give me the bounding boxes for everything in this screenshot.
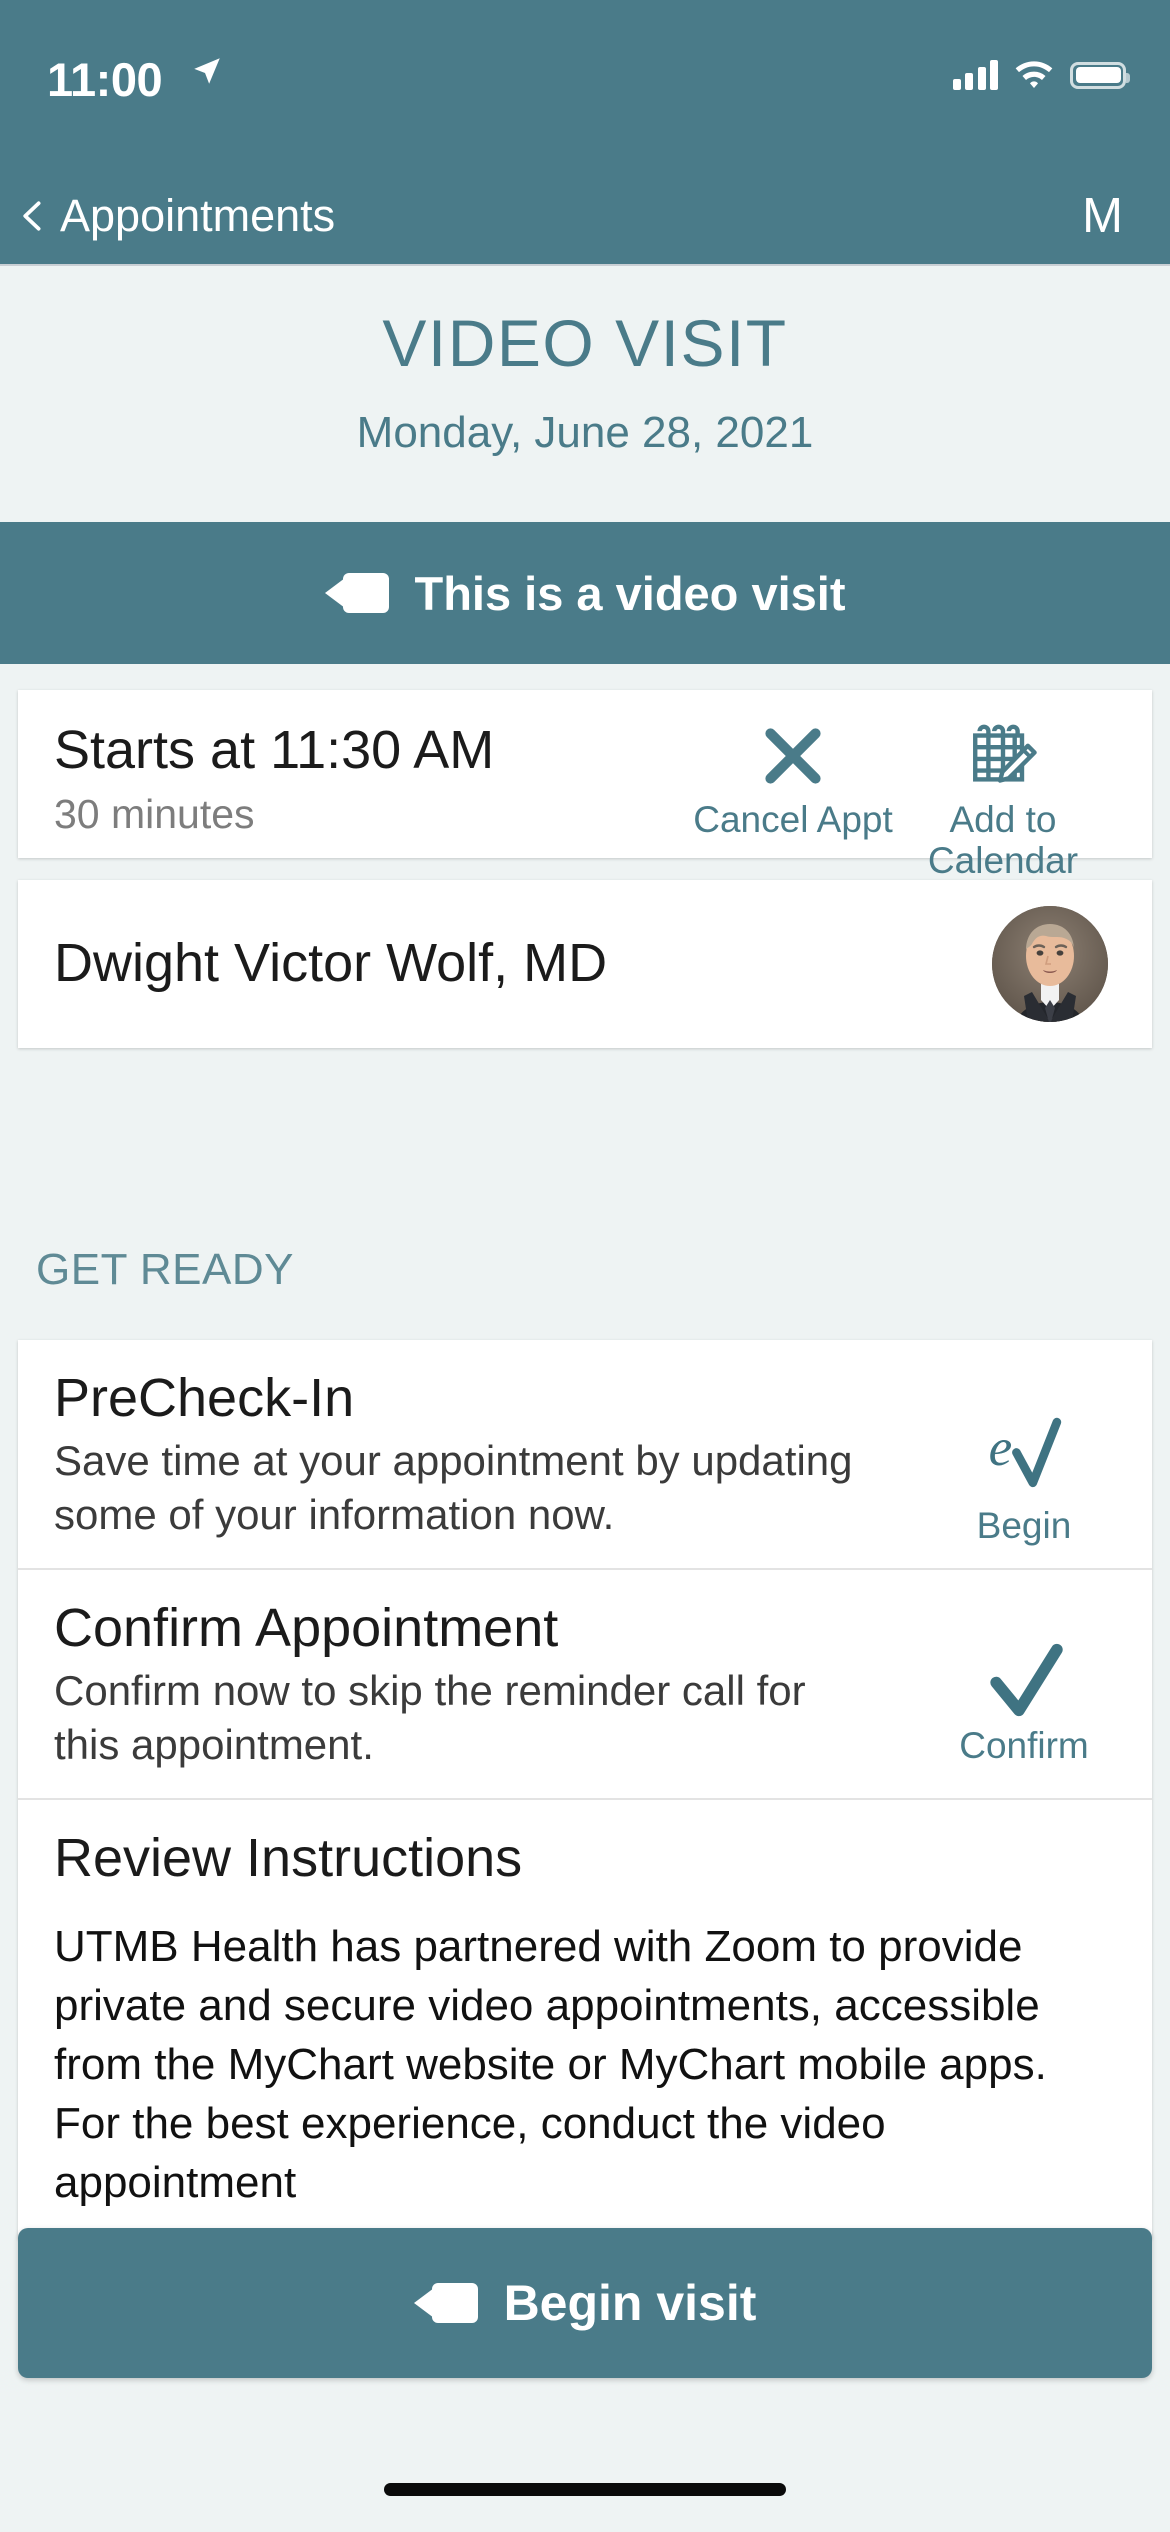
appointment-duration: 30 minutes: [54, 790, 255, 837]
precheckin-begin-label: Begin: [976, 1505, 1072, 1546]
phone-screen: 11:00 Appointments M VIDEO VISIT Monday,…: [0, 0, 1170, 2532]
add-to-calendar-label: Add to Calendar: [898, 799, 1108, 881]
status-bar-indicators: [952, 52, 1130, 98]
avatar: [992, 906, 1108, 1022]
hero-header: VIDEO VISIT Monday, June 28, 2021: [0, 266, 1170, 522]
get-ready-section-label: GET READY: [36, 1245, 294, 1294]
review-instructions-row[interactable]: Review Instructions UTMB Health has part…: [18, 1800, 1152, 2239]
close-x-icon: [688, 716, 898, 796]
get-ready-card: PreCheck-In Save time at your appointmen…: [18, 1340, 1152, 2240]
video-visit-banner: This is a video visit: [0, 522, 1170, 664]
checkmark-icon: [924, 1642, 1124, 1723]
provider-name: Dwight Victor Wolf, MD: [54, 933, 608, 993]
back-button-label: Appointments: [60, 190, 336, 241]
precheckin-begin-button[interactable]: e Begin: [924, 1412, 1124, 1547]
wifi-icon: [1014, 58, 1054, 93]
chevron-left-icon: [16, 199, 50, 233]
home-indicator[interactable]: [384, 2483, 786, 2496]
precheckin-description: Save time at your appointment by updatin…: [54, 1437, 853, 1539]
video-camera-icon: [413, 2283, 478, 2323]
navigation-bar: Appointments M: [0, 168, 1170, 266]
status-bar: 11:00: [0, 0, 1170, 168]
add-to-calendar-button[interactable]: Add to Calendar: [898, 716, 1108, 881]
review-instructions-title: Review Instructions: [54, 1827, 523, 1888]
review-instructions-text: UTMB Health has partnered with Zoom to p…: [54, 1922, 1047, 2208]
provider-card[interactable]: Dwight Victor Wolf, MD: [18, 880, 1152, 1048]
cancel-appointment-label: Cancel Appt: [693, 799, 893, 840]
menu-button[interactable]: M: [1082, 188, 1123, 244]
begin-visit-button[interactable]: Begin visit: [18, 2228, 1152, 2378]
appointment-time-card: Starts at 11:30 AM 30 minutes Cancel App…: [18, 690, 1152, 881]
begin-visit-label: Begin visit: [503, 2275, 757, 2331]
video-camera-icon: [324, 573, 389, 613]
svg-text:e: e: [989, 1419, 1013, 1477]
battery-full-icon: [1070, 61, 1130, 89]
status-bar-time: 11:00: [47, 53, 163, 106]
back-button[interactable]: Appointments: [16, 190, 335, 242]
precheckin-row[interactable]: PreCheck-In Save time at your appointmen…: [18, 1340, 1152, 1570]
cellular-signal-icon: [952, 60, 998, 90]
add-to-calendar-line1: Add to: [949, 799, 1057, 840]
confirm-appointment-label: Confirm: [959, 1724, 1089, 1766]
confirm-appointment-button[interactable]: Confirm: [924, 1642, 1124, 1767]
page-title: VIDEO VISIT: [382, 306, 788, 380]
appointment-date: Monday, June 28, 2021: [356, 408, 814, 457]
appointment-time-block: Starts at 11:30 AM 30 minutes: [54, 722, 494, 838]
video-visit-banner-label: This is a video visit: [414, 566, 846, 620]
cancel-appointment-button[interactable]: Cancel Appt: [688, 716, 898, 841]
echeckin-icon: e: [924, 1412, 1124, 1503]
confirm-appointment-row[interactable]: Confirm Appointment Confirm now to skip …: [18, 1570, 1152, 1800]
location-arrow-icon: [190, 54, 224, 93]
calendar-edit-icon: [898, 716, 1108, 796]
add-to-calendar-line2: Calendar: [927, 839, 1079, 881]
confirm-appointment-description: Confirm now to skip the reminder call fo…: [54, 1667, 806, 1769]
appointment-start-time: Starts at 11:30 AM: [54, 720, 495, 780]
